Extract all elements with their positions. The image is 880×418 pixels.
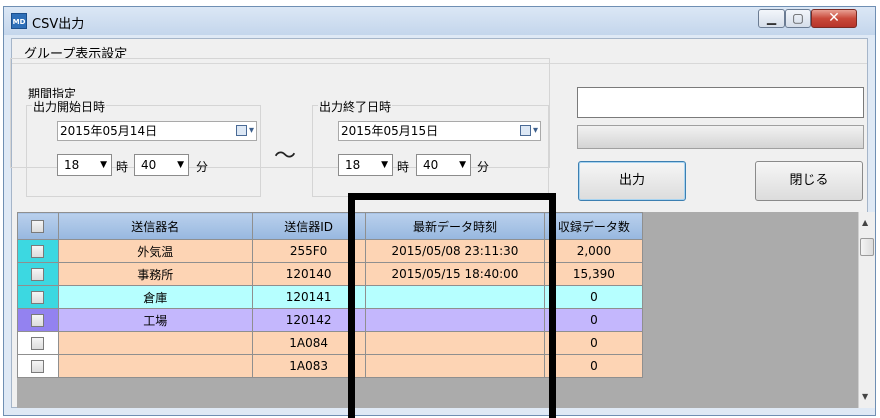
- cell-name: 外気温: [57, 239, 253, 263]
- row-checkbox[interactable]: [31, 291, 45, 304]
- cell-name: 事務所: [57, 262, 253, 286]
- select-all-checkbox-cell[interactable]: [17, 212, 59, 240]
- row-checkbox-cell[interactable]: [17, 308, 59, 332]
- start-hour-select[interactable]: 18 ▼: [57, 154, 112, 176]
- grid-empty-area: [642, 354, 875, 378]
- cell-count: 0: [544, 308, 644, 332]
- scroll-down-icon[interactable]: ▼: [862, 392, 868, 401]
- select-all-checkbox[interactable]: [31, 220, 45, 233]
- close-window-button[interactable]: ✕: [811, 9, 857, 28]
- row-checkbox-cell[interactable]: [17, 262, 59, 286]
- column-header-name[interactable]: 送信器名: [57, 212, 253, 240]
- end-date-picker[interactable]: 2015年05月15日 ▾: [338, 121, 541, 141]
- start-minute-value: 40: [141, 158, 157, 172]
- start-date-picker[interactable]: 2015年05月14日 ▾: [57, 121, 257, 141]
- vertical-scrollbar[interactable]: ▲ ▼: [858, 212, 875, 408]
- output-path-field[interactable]: [577, 87, 864, 118]
- title-bar: MD CSV出力 ▁ ▢ ✕: [4, 7, 875, 35]
- grid-empty-area: [642, 262, 875, 286]
- start-datetime-label: 出力開始日時: [32, 98, 107, 115]
- row-checkbox[interactable]: [31, 360, 45, 373]
- row-checkbox-cell[interactable]: [17, 239, 59, 263]
- row-checkbox[interactable]: [31, 268, 45, 281]
- chevron-down-icon: ▼: [381, 160, 388, 170]
- end-minute-select[interactable]: 40 ▼: [416, 154, 471, 176]
- end-minute-unit: 分: [477, 160, 490, 174]
- end-hour-unit: 時: [397, 160, 410, 174]
- maximize-button[interactable]: ▢: [785, 9, 811, 28]
- chevron-down-icon: ▼: [100, 160, 107, 170]
- row-checkbox[interactable]: [31, 314, 45, 327]
- cell-count: 15,390: [544, 262, 644, 286]
- end-hour-value: 18: [345, 158, 361, 172]
- end-minute-value: 40: [423, 158, 439, 172]
- scroll-thumb[interactable]: [860, 238, 874, 256]
- row-checkbox-cell[interactable]: [17, 354, 59, 378]
- grid-empty-area: [642, 308, 875, 332]
- window-title: CSV出力: [32, 17, 85, 32]
- cell-name: [57, 354, 253, 378]
- range-separator: 〜: [274, 144, 297, 169]
- calendar-dropdown-icon[interactable]: ▾: [510, 124, 538, 138]
- grid-empty-area: [642, 239, 875, 263]
- scroll-up-icon[interactable]: ▲: [862, 218, 868, 227]
- row-checkbox-cell[interactable]: [17, 331, 59, 355]
- start-minute-select[interactable]: 40 ▼: [134, 154, 189, 176]
- minimize-button[interactable]: ▁: [758, 9, 785, 28]
- column-header-count[interactable]: 収録データ数: [544, 212, 644, 240]
- export-progress-bar: [577, 125, 864, 149]
- cell-count: 0: [544, 331, 644, 355]
- grid-empty-area: [642, 212, 875, 240]
- start-hour-value: 18: [64, 158, 80, 172]
- start-hour-unit: 時: [116, 160, 129, 174]
- end-datetime-label: 出力終了日時: [318, 98, 393, 115]
- close-button[interactable]: 閉じる: [755, 161, 863, 201]
- start-date-value: 2015年05月14日: [60, 124, 158, 138]
- row-checkbox[interactable]: [31, 337, 45, 350]
- chevron-down-icon: ▼: [459, 160, 466, 170]
- grid-empty-area: [642, 285, 875, 309]
- cell-name: 倉庫: [57, 285, 253, 309]
- cell-count: 0: [544, 354, 644, 378]
- end-datetime-group: [312, 105, 549, 197]
- start-datetime-group: [26, 105, 261, 197]
- highlight-annotation-box: [348, 193, 556, 418]
- calendar-dropdown-icon[interactable]: ▾: [226, 124, 254, 138]
- row-checkbox[interactable]: [31, 245, 45, 258]
- start-minute-unit: 分: [196, 160, 209, 174]
- grid-empty-area: [642, 331, 875, 355]
- chevron-down-icon: ▼: [177, 160, 184, 170]
- export-button[interactable]: 出力: [578, 161, 686, 201]
- cell-count: 0: [544, 285, 644, 309]
- cell-count: 2,000: [544, 239, 644, 263]
- cell-name: [57, 331, 253, 355]
- end-date-value: 2015年05月15日: [341, 124, 439, 138]
- row-checkbox-cell[interactable]: [17, 285, 59, 309]
- cell-name: 工場: [57, 308, 253, 332]
- end-hour-select[interactable]: 18 ▼: [338, 154, 393, 176]
- app-icon: MD: [11, 13, 27, 29]
